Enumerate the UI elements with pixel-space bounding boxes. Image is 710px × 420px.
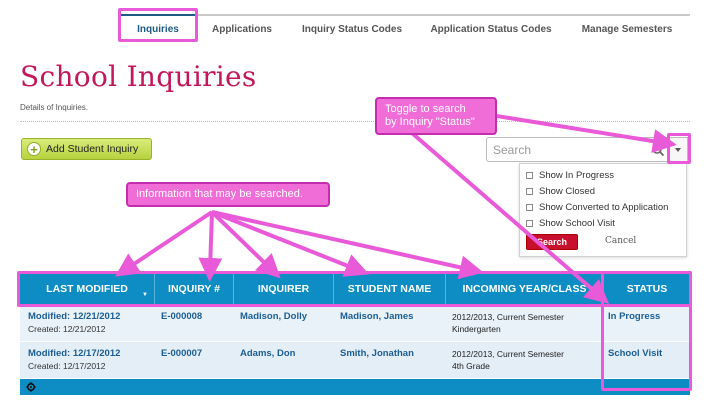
modified-date[interactable]: Modified: 12/17/2012 <box>28 348 120 360</box>
annotation-text: Information that may be searched. <box>136 188 303 200</box>
annotation-text: by Inquiry "Status" <box>385 116 475 128</box>
created-date: Created: 12/21/2012 <box>28 324 106 334</box>
annotation-toggle-note: Toggle to search by Inquiry "Status" <box>375 97 497 135</box>
incoming-class: 4th Grade <box>452 361 490 371</box>
tab-applications[interactable]: Applications <box>198 14 286 44</box>
inquiry-number[interactable]: E-000008 <box>161 311 202 323</box>
add-student-inquiry-label: Add Student Inquiry <box>46 143 139 155</box>
filter-option-label: Show Converted to Application <box>539 201 669 213</box>
annotation-search-note: Information that may be searched. <box>126 182 330 207</box>
divider <box>20 121 690 122</box>
top-nav: Inquiries Applications Inquiry Status Co… <box>118 14 690 44</box>
created-date: Created: 12/17/2012 <box>28 361 106 371</box>
plus-icon: + <box>27 142 41 157</box>
annotation-text: Toggle to search <box>385 103 466 115</box>
table-row[interactable]: Modified: 12/21/2012 Created: 12/21/2012… <box>20 305 690 342</box>
student-name[interactable]: Smith, Jonathan <box>340 348 414 360</box>
filter-option-closed[interactable]: Show Closed <box>526 184 595 198</box>
incoming-class: Kindergarten <box>452 324 501 334</box>
search-icon[interactable] <box>651 143 665 157</box>
filter-option-label: Show In Progress <box>539 169 614 181</box>
tab-application-status-codes[interactable]: Application Status Codes <box>418 14 564 44</box>
tab-inquiry-status-codes[interactable]: Inquiry Status Codes <box>286 14 418 44</box>
page-subtitle: Details of Inquiries. <box>20 103 89 112</box>
highlight-status-column <box>601 271 692 391</box>
filter-option-label: Show School Visit <box>539 217 615 229</box>
filter-option-converted[interactable]: Show Converted to Application <box>526 200 668 214</box>
status-filter-menu: Show In Progress Show Closed Show Conver… <box>519 163 687 257</box>
inquirer-name[interactable]: Madison, Dolly <box>240 311 307 323</box>
inquirer-name[interactable]: Adams, Don <box>240 348 295 360</box>
search-input[interactable] <box>487 138 647 161</box>
table-row[interactable]: Modified: 12/17/2012 Created: 12/17/2012… <box>20 342 690 379</box>
add-student-inquiry-button[interactable]: + Add Student Inquiry <box>21 138 152 160</box>
student-name[interactable]: Madison, James <box>340 311 413 323</box>
checkbox[interactable] <box>526 171 533 179</box>
checkbox[interactable] <box>526 203 533 211</box>
filter-option-in-progress[interactable]: Show In Progress <box>526 168 614 182</box>
checkbox[interactable] <box>526 219 533 227</box>
modified-date[interactable]: Modified: 12/21/2012 <box>28 311 120 323</box>
filter-cancel-link[interactable]: Cancel <box>605 236 636 246</box>
highlight-status-toggle <box>667 133 691 164</box>
highlight-inquiries-tab <box>118 8 198 42</box>
page-title: School Inquiries <box>20 60 257 93</box>
table-footer <box>20 379 690 395</box>
inquiry-number[interactable]: E-000007 <box>161 348 202 360</box>
incoming-year: 2012/2013, Current Semester <box>452 312 564 322</box>
checkbox[interactable] <box>526 187 533 195</box>
highlight-table-header <box>17 271 692 307</box>
filter-option-school-visit[interactable]: Show School Visit <box>526 216 615 230</box>
filter-search-button[interactable]: Search <box>526 234 578 250</box>
tab-manage-semesters[interactable]: Manage Semesters <box>564 14 690 44</box>
search-box <box>486 137 670 162</box>
gear-icon[interactable] <box>26 382 36 392</box>
incoming-year: 2012/2013, Current Semester <box>452 349 564 359</box>
filter-option-label: Show Closed <box>539 185 595 197</box>
